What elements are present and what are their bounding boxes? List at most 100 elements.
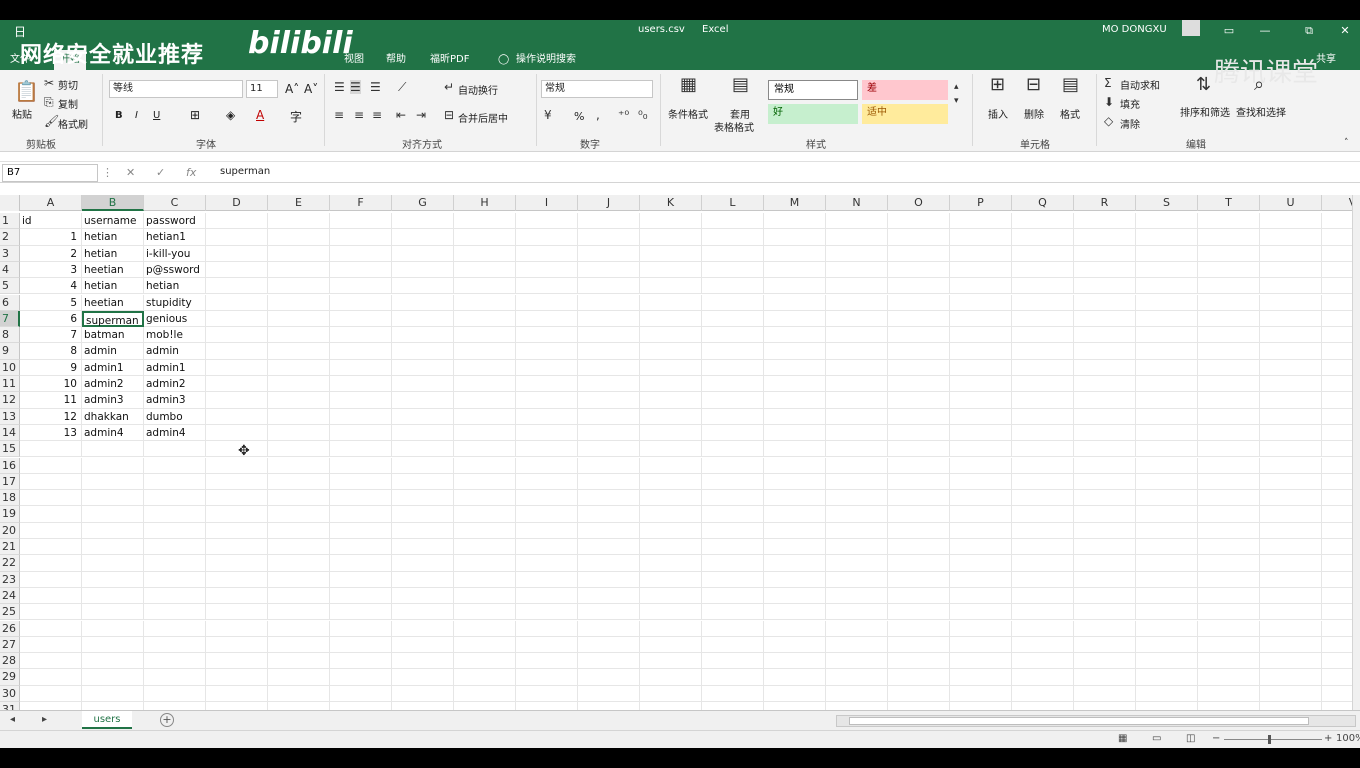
cell-t14[interactable]	[1198, 424, 1260, 442]
cell-e8[interactable]	[268, 327, 330, 344]
cell-r9[interactable]	[1074, 343, 1136, 360]
row-header[interactable]: 29	[0, 669, 20, 686]
sheet-tab-users[interactable]: users	[82, 711, 132, 729]
cell-b5[interactable]: hetian	[82, 278, 144, 295]
cell-d13[interactable]	[206, 408, 268, 425]
cell-p6[interactable]	[950, 294, 1012, 311]
cell-g6[interactable]	[392, 294, 454, 311]
cell-e9[interactable]	[268, 343, 330, 360]
cell-h5[interactable]	[454, 278, 516, 295]
cell-v8[interactable]	[1322, 327, 1352, 344]
cell-p3[interactable]	[950, 245, 1012, 262]
cell-r27[interactable]	[1074, 636, 1136, 654]
cell-q1[interactable]	[1012, 213, 1074, 230]
formula-input[interactable]: superman	[210, 164, 1350, 182]
cell-p10[interactable]	[950, 359, 1012, 376]
zoom-in-icon[interactable]: +	[1324, 733, 1332, 744]
cell-k21[interactable]	[640, 539, 702, 556]
cell-n24[interactable]	[826, 587, 888, 605]
cell-c8[interactable]: mob!le	[144, 327, 206, 344]
cell-q22[interactable]	[1012, 555, 1074, 572]
cell-b11[interactable]: admin2	[82, 376, 144, 393]
column-header-s[interactable]: S	[1136, 195, 1198, 211]
cell-v9[interactable]	[1322, 343, 1352, 360]
cell-d20[interactable]	[206, 522, 268, 539]
cell-g12[interactable]	[392, 392, 454, 409]
style-good[interactable]: 好	[768, 104, 858, 124]
cell-v28[interactable]	[1322, 653, 1352, 670]
cell-t25[interactable]	[1198, 604, 1260, 621]
cell-k3[interactable]	[640, 245, 702, 262]
cell-a28[interactable]	[20, 653, 82, 670]
cell-j9[interactable]	[578, 343, 640, 360]
cell-t15[interactable]	[1198, 441, 1260, 458]
cell-o6[interactable]	[888, 294, 950, 311]
cell-j30[interactable]	[578, 685, 640, 702]
prev-sheet-icon[interactable]: ◂	[10, 714, 15, 725]
cell-f28[interactable]	[330, 653, 392, 670]
table-format-icon[interactable]: ▤	[732, 76, 749, 94]
cell-s2[interactable]	[1136, 229, 1198, 246]
cell-i29[interactable]	[516, 669, 578, 686]
cell-o15[interactable]	[888, 441, 950, 458]
cell-f1[interactable]	[330, 213, 392, 230]
cell-u3[interactable]	[1260, 245, 1322, 262]
cell-k14[interactable]	[640, 424, 702, 442]
cell-g7[interactable]	[392, 310, 454, 328]
cell-r1[interactable]	[1074, 213, 1136, 230]
row-header[interactable]: 16	[0, 457, 20, 474]
cell-e1[interactable]	[268, 213, 330, 230]
cell-r15[interactable]	[1074, 441, 1136, 458]
cell-a1[interactable]: id	[20, 213, 82, 230]
cell-a30[interactable]	[20, 685, 82, 702]
cell-u4[interactable]	[1260, 261, 1322, 279]
cell-g11[interactable]	[392, 376, 454, 393]
cell-a19[interactable]	[20, 506, 82, 523]
cell-p20[interactable]	[950, 522, 1012, 539]
cell-v30[interactable]	[1322, 686, 1352, 702]
cell-i5[interactable]	[516, 278, 578, 295]
cell-j23[interactable]	[578, 571, 640, 588]
column-header-m[interactable]: M	[764, 195, 826, 211]
cell-v11[interactable]	[1322, 376, 1352, 393]
cell-h29[interactable]	[454, 669, 516, 686]
cell-v25[interactable]	[1322, 604, 1352, 621]
cell-v4[interactable]	[1322, 262, 1352, 279]
cell-m16[interactable]	[764, 457, 826, 474]
italic-button[interactable]: I	[135, 110, 138, 121]
cell-i16[interactable]	[516, 457, 578, 474]
cell-g5[interactable]	[392, 278, 454, 295]
cell-c13[interactable]: dumbo	[144, 408, 206, 425]
cell-a9[interactable]: 8	[20, 343, 82, 360]
cell-r21[interactable]	[1074, 539, 1136, 556]
row-header[interactable]: 23	[0, 571, 20, 588]
cell-v20[interactable]	[1322, 523, 1352, 539]
cell-s14[interactable]	[1136, 424, 1198, 442]
cell-j24[interactable]	[578, 587, 640, 605]
cell-a8[interactable]: 7	[20, 327, 82, 344]
cell-g9[interactable]	[392, 343, 454, 360]
fill-color-icon[interactable]: ◈	[226, 108, 235, 122]
cell-d12[interactable]	[206, 392, 268, 409]
cell-s8[interactable]	[1136, 327, 1198, 344]
cell-t26[interactable]	[1198, 620, 1260, 637]
cell-n3[interactable]	[826, 245, 888, 262]
cell-h10[interactable]	[454, 359, 516, 376]
cell-o4[interactable]	[888, 261, 950, 279]
cell-o7[interactable]	[888, 310, 950, 328]
format-cells-button[interactable]: 格式	[1060, 106, 1080, 121]
cell-l22[interactable]	[702, 555, 764, 572]
format-painter-icon[interactable]: 🖌	[44, 114, 59, 128]
cell-o18[interactable]	[888, 490, 950, 507]
cell-p13[interactable]	[950, 408, 1012, 425]
restore-button[interactable]: ⧉	[1294, 22, 1324, 40]
cell-i17[interactable]	[516, 473, 578, 491]
cell-r8[interactable]	[1074, 327, 1136, 344]
normal-view-icon[interactable]: ▦	[1118, 733, 1127, 744]
cell-u19[interactable]	[1260, 506, 1322, 523]
cell-a26[interactable]	[20, 620, 82, 637]
cell-e5[interactable]	[268, 278, 330, 295]
cell-t6[interactable]	[1198, 294, 1260, 311]
cell-o30[interactable]	[888, 685, 950, 702]
cell-h14[interactable]	[454, 424, 516, 442]
